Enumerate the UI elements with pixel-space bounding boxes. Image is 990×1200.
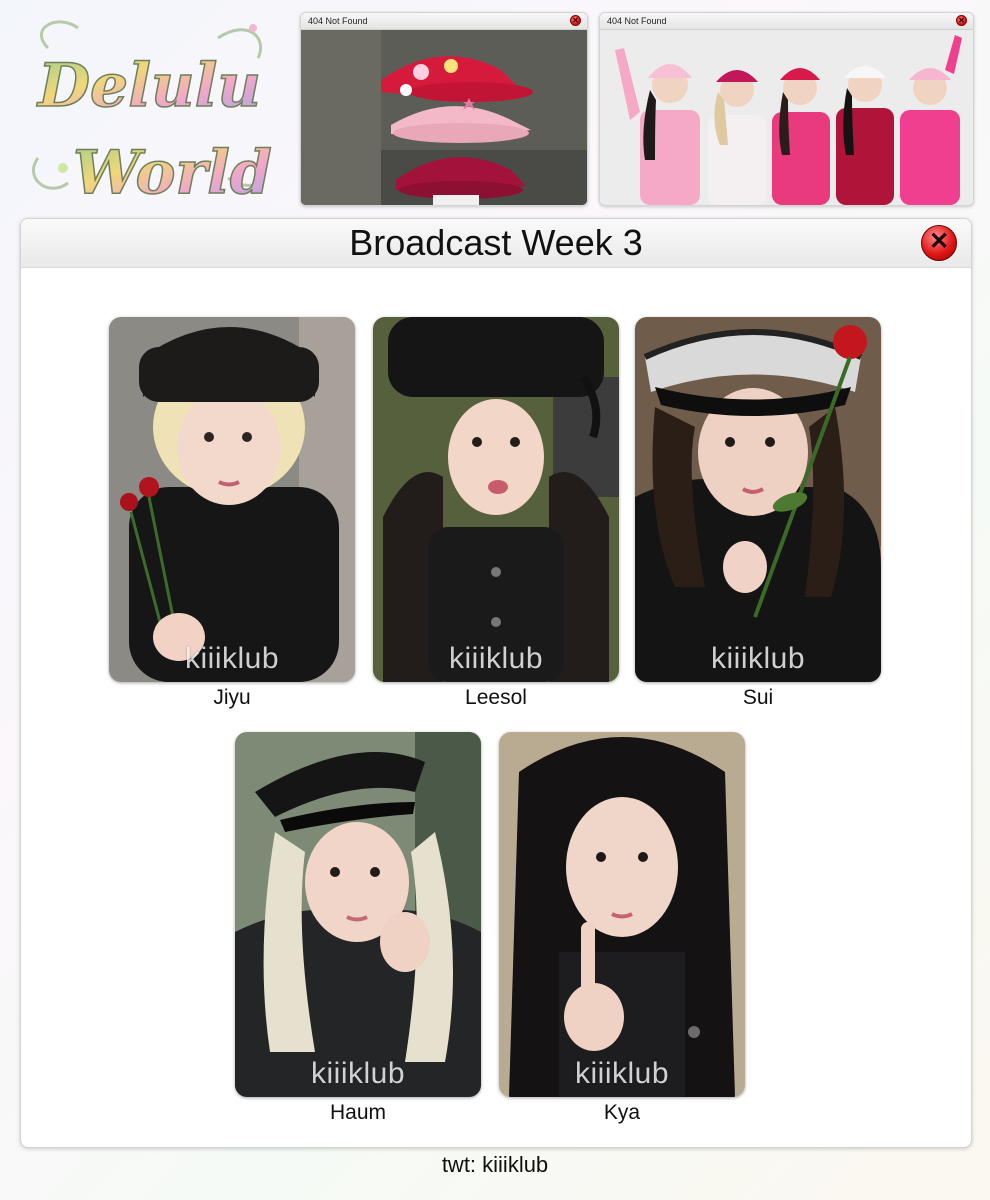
card-name-sui: Sui	[742, 686, 774, 709]
card-watermark: kiiiklub	[310, 1057, 406, 1090]
delulu-world-logo: Delulu World	[18, 8, 286, 209]
photocard-kya[interactable]: kiiiklub	[499, 732, 745, 1097]
top-window-title: 404 Not Found	[607, 16, 667, 26]
svg-text:World: World	[73, 138, 272, 208]
card-watermark: kiiiklub	[184, 642, 280, 675]
main-window-titlebar: Broadcast Week 3 ✕	[21, 219, 971, 268]
footer-credit: twt: kiiiklub	[441, 1152, 549, 1177]
card-name-jiyu: Jiyu	[213, 686, 251, 709]
card-watermark: kiiiklub	[574, 1057, 670, 1090]
card-name-leesol: Leesol	[465, 686, 527, 709]
close-icon[interactable]: ✕	[956, 15, 967, 26]
photocard-jiyu[interactable]: kiiiklub	[109, 317, 355, 682]
close-icon[interactable]: ✕	[921, 225, 957, 261]
card-name-kya: Kya	[603, 1101, 641, 1124]
top-window-titlebar: 404 Not Found ✕	[301, 13, 587, 30]
top-window-group: 404 Not Found ✕	[599, 12, 974, 206]
photocard-leesol[interactable]: kiiiklub	[373, 317, 619, 682]
top-window-titlebar: 404 Not Found ✕	[600, 13, 973, 30]
group-photo	[600, 30, 973, 205]
hats-photo	[301, 30, 587, 205]
main-window: Broadcast Week 3 ✕ kiiiklub Jiyu kiiiklu…	[20, 218, 972, 1148]
close-icon[interactable]: ✕	[570, 15, 581, 26]
card-watermark: kiiiklub	[448, 642, 544, 675]
svg-text:Delulu: Delulu	[36, 51, 261, 121]
photocard-sui[interactable]: kiiiklub	[635, 317, 881, 682]
top-window-hats: 404 Not Found ✕	[300, 12, 588, 206]
top-window-title: 404 Not Found	[308, 16, 368, 26]
card-name-haum: Haum	[329, 1101, 387, 1124]
card-watermark: kiiiklub	[710, 642, 806, 675]
main-window-title: Broadcast Week 3	[349, 222, 643, 263]
photocard-haum[interactable]: kiiiklub	[235, 732, 481, 1097]
